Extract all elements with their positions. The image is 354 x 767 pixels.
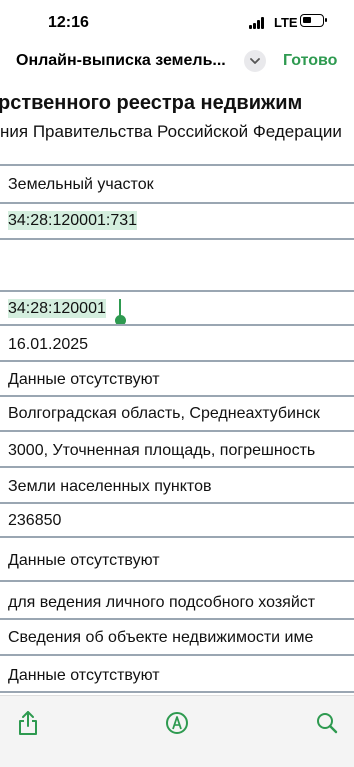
table-divider <box>0 202 354 204</box>
table-divider <box>0 360 354 362</box>
nav-bar: Онлайн-выписка земель... Готово <box>0 42 354 80</box>
table-row: 34:28:120001 <box>8 299 106 318</box>
share-icon[interactable] <box>16 710 40 736</box>
table-row: Данные отсутствуют <box>8 552 160 569</box>
search-icon[interactable] <box>315 710 339 736</box>
document-content[interactable]: рственного реестра недвижим ния Правител… <box>0 80 354 695</box>
table-divider <box>0 430 354 432</box>
table-row: Земельный участок <box>8 176 154 193</box>
table-divider <box>0 654 354 656</box>
table-row: для ведения личного подсобного хозяйст <box>8 594 316 611</box>
table-divider <box>0 164 354 166</box>
table-row: 3000, Уточненная площадь, погрешность <box>8 442 316 459</box>
signal-icon <box>249 17 265 29</box>
table-divider <box>0 536 354 538</box>
table-divider <box>0 502 354 504</box>
table-row: 16.01.2025 <box>8 336 89 353</box>
table-divider <box>0 395 354 397</box>
bottom-toolbar <box>0 695 354 767</box>
battery-icon <box>300 14 327 27</box>
cadastral-number[interactable]: 34:28:120001:731 <box>8 211 138 230</box>
table-row: 34:28:120001:731 <box>8 211 138 230</box>
done-button[interactable]: Готово <box>283 52 337 70</box>
network-type: LTE <box>274 15 298 30</box>
document-subheading: ния Правительства Российской Федерации <box>0 122 342 141</box>
table-divider <box>0 238 354 240</box>
document-heading: рственного реестра недвижим <box>0 92 303 114</box>
status-time: 12:16 <box>48 14 89 31</box>
table-divider <box>0 324 354 326</box>
table-row: Данные отсутствуют <box>8 371 160 388</box>
title-menu-button[interactable] <box>244 50 266 72</box>
table-row: Данные отсутствуют <box>8 667 160 684</box>
table-divider <box>0 618 354 620</box>
table-divider <box>0 580 354 582</box>
table-divider <box>0 691 354 693</box>
table-divider <box>0 466 354 468</box>
table-row: Волгоградская область, Среднеахтубинск <box>8 405 320 422</box>
table-row: 236850 <box>8 512 62 529</box>
selected-text[interactable]: 34:28:120001 <box>8 299 106 318</box>
markup-icon[interactable] <box>165 710 189 736</box>
document-title[interactable]: Онлайн-выписка земель... <box>16 52 226 70</box>
status-bar: 12:16 LTE <box>0 0 354 40</box>
chevron-down-icon <box>250 58 260 64</box>
table-row: Земли населенных пунктов <box>8 478 212 495</box>
table-divider <box>0 290 354 292</box>
table-row: Сведения об объекте недвижимости име <box>8 629 314 646</box>
